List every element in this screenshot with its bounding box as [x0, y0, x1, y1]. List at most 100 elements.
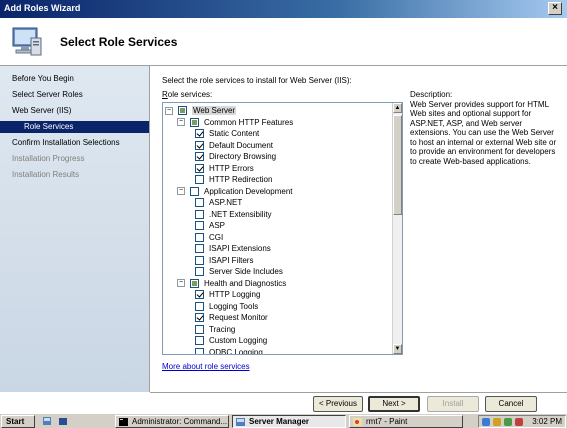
tree-item-label: Static Content [209, 129, 260, 138]
role-service-checkbox[interactable] [195, 244, 204, 253]
role-service-checkbox[interactable] [195, 267, 204, 276]
role-service-checkbox[interactable] [195, 313, 204, 322]
role-service-checkbox[interactable] [195, 255, 204, 265]
tree-item[interactable]: Logging Tools [195, 301, 258, 312]
tree-item[interactable]: HTTP Logging [195, 289, 260, 300]
role-service-checkbox[interactable] [195, 175, 204, 184]
tree-item-label: Application Development [204, 186, 293, 196]
security-icon[interactable] [493, 418, 501, 426]
start-button[interactable]: Start [1, 415, 35, 428]
tree-item[interactable]: ASP [195, 220, 225, 231]
sidebar-item-confirm-installation[interactable]: Confirm Installation Selections [12, 138, 120, 147]
sidebar-item-web-server-iis[interactable]: Web Server (IIS) [12, 106, 71, 115]
scroll-up-button[interactable]: ▲ [393, 103, 402, 113]
collapse-toggle[interactable]: − [177, 279, 185, 287]
sidebar-item-select-server-roles[interactable]: Select Server Roles [12, 90, 83, 99]
task-label: rmt7 - Paint [366, 417, 408, 426]
tree-item[interactable]: ASP.NET [195, 197, 242, 208]
sidebar-item-before-you-begin[interactable]: Before You Begin [12, 74, 74, 83]
tree-item[interactable]: Tracing [195, 324, 235, 335]
tree-item[interactable]: Request Monitor [195, 312, 268, 323]
role-service-checkbox[interactable] [195, 209, 204, 219]
role-service-checkbox[interactable] [195, 163, 204, 173]
tree-item[interactable]: Default Document [195, 140, 273, 151]
command-prompt-icon [119, 418, 128, 426]
tree-item[interactable]: .NET Extensibility [195, 209, 272, 220]
tree-scrollbar[interactable]: ▲ ▼ [392, 103, 402, 354]
cancel-button[interactable]: Cancel [485, 396, 537, 412]
next-button[interactable]: Next > [368, 396, 420, 412]
role-service-checkbox[interactable] [195, 232, 204, 242]
tree-item-label: ASP.NET [209, 198, 243, 207]
tree-item-label: Directory Browsing [209, 152, 277, 161]
task-server-manager[interactable]: Server Manager [232, 415, 346, 428]
description-panel: Description: Web Server provides support… [410, 90, 560, 166]
role-service-checkbox[interactable] [195, 221, 204, 230]
sidebar-item-role-services[interactable]: Role Services [0, 121, 149, 133]
tree-item[interactable]: ISAPI Extensions [195, 243, 271, 254]
tree-item-label: .NET Extensibility [209, 209, 272, 219]
collapse-toggle[interactable]: − [177, 187, 185, 195]
close-button[interactable]: × [548, 2, 562, 15]
description-text: Web Server provides support for HTML Web… [410, 99, 557, 166]
sidebar-item-installation-results: Installation Results [12, 170, 80, 179]
tree-item[interactable]: CGI [195, 232, 223, 243]
tree-item-label: Request Monitor [209, 313, 268, 322]
role-service-checkbox[interactable] [195, 324, 204, 334]
tree-item[interactable]: ISAPI Filters [195, 255, 253, 266]
wizard-header: Select Role Services [0, 18, 567, 66]
role-service-checkbox[interactable] [195, 290, 204, 299]
network-icon[interactable] [482, 418, 490, 426]
role-service-checkbox[interactable] [178, 106, 187, 115]
more-about-role-services-link[interactable]: More about role services [162, 362, 250, 371]
role-service-checkbox[interactable] [195, 129, 204, 138]
role-service-checkbox[interactable] [195, 140, 204, 150]
tree-item[interactable]: Server Side Includes [195, 266, 283, 277]
task-command-prompt[interactable]: Administrator: Command... [115, 415, 229, 428]
task-paint[interactable]: rmt7 - Paint [349, 415, 463, 428]
tree-item-label: ISAPI Filters [209, 255, 254, 265]
instruction-text: Select the role services to install for … [162, 76, 352, 85]
role-service-checkbox[interactable] [195, 301, 204, 311]
tree-item[interactable]: Custom Logging [195, 335, 267, 346]
tree-item-label: Web Server [192, 106, 237, 115]
page-title: Select Role Services [60, 35, 178, 49]
powershell-quicklaunch-icon[interactable] [58, 416, 68, 426]
tree-item-label: Common HTTP Features [204, 117, 294, 127]
tree-item-label: HTTP Logging [209, 290, 261, 299]
wizard-content: Select the role services to install for … [150, 66, 567, 392]
role-service-checkbox[interactable] [195, 347, 204, 354]
collapse-toggle[interactable]: − [177, 118, 185, 126]
scroll-thumb[interactable] [393, 115, 402, 215]
wizard-sidebar: Before You Begin Select Server Roles Web… [0, 66, 150, 392]
role-service-checkbox[interactable] [190, 278, 199, 288]
role-service-checkbox[interactable] [195, 198, 204, 207]
tree-item[interactable]: ODBC Logging [195, 347, 263, 354]
tree-item[interactable]: HTTP Redirection [195, 174, 272, 185]
previous-button[interactable]: < Previous [313, 396, 363, 412]
tree-item-label: Logging Tools [209, 301, 259, 311]
tree-item[interactable]: − Web Server [165, 105, 237, 116]
tree-item-label: Server Side Includes [209, 267, 283, 276]
clock: 3:02 PM [532, 417, 562, 426]
window-titlebar: Add Roles Wizard × [0, 0, 567, 18]
tree-item[interactable]: HTTP Errors [195, 163, 254, 174]
tree-item[interactable]: Directory Browsing [195, 151, 276, 162]
role-service-checkbox[interactable] [195, 152, 204, 161]
tree-item[interactable]: − Health and Diagnostics [177, 278, 286, 289]
update-icon[interactable] [515, 418, 523, 426]
window-title: Add Roles Wizard [4, 3, 81, 13]
collapse-toggle[interactable]: − [165, 106, 173, 115]
tree-item-label: Default Document [209, 140, 274, 150]
volume-icon[interactable] [504, 418, 512, 426]
role-services-tree[interactable]: ▲ ▼ − Web Server − Common HTTP Features Stat… [162, 102, 403, 355]
tree-item[interactable]: − Application Development [177, 186, 293, 197]
role-service-checkbox[interactable] [190, 186, 199, 196]
tree-item[interactable]: − Common HTTP Features [177, 117, 293, 128]
server-manager-quicklaunch-icon[interactable] [42, 416, 52, 426]
scroll-down-button[interactable]: ▼ [393, 344, 402, 354]
role-service-checkbox[interactable] [190, 117, 199, 127]
role-service-checkbox[interactable] [195, 336, 204, 345]
tree-item[interactable]: Static Content [195, 128, 259, 139]
paint-icon [353, 418, 362, 426]
